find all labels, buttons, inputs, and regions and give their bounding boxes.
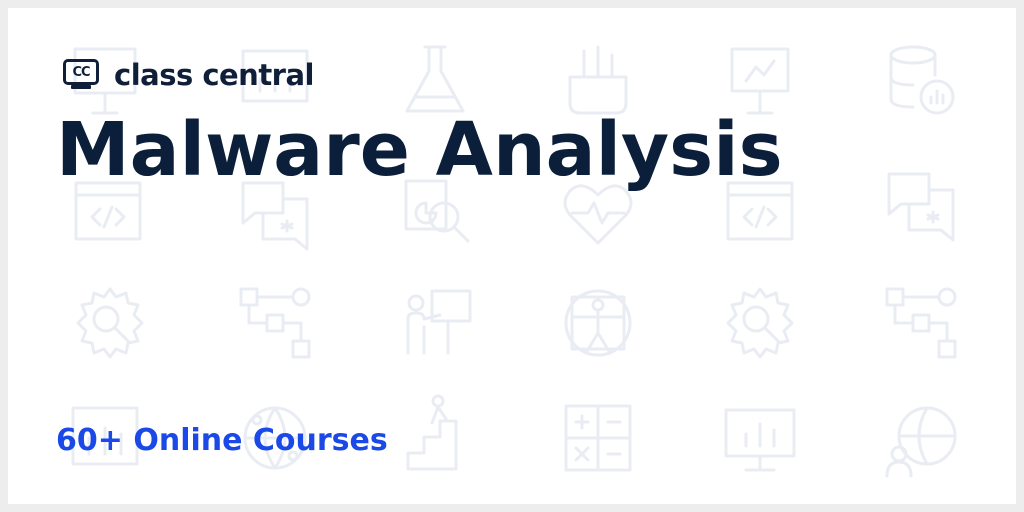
- brand-name: class central: [114, 57, 315, 92]
- database-chart-icon: [889, 45, 955, 115]
- cc-monitor-icon: CC: [63, 59, 105, 91]
- course-count: 60+ Online Courses: [56, 423, 388, 458]
- presentation-board-icon: [724, 408, 796, 472]
- vitruvian-icon: [564, 289, 632, 357]
- career-stairs-icon: [406, 394, 458, 471]
- class-central-logo: CC class central: [63, 57, 315, 92]
- presenter-icon: [406, 289, 472, 355]
- logo-mark-text: CC: [63, 59, 99, 85]
- chat-bubble-icon: [887, 172, 955, 242]
- calculator-icon: [564, 404, 632, 472]
- banner-card: CC class central Malware Analysis 60+ On…: [8, 8, 1016, 504]
- flowchart-icon: [885, 287, 957, 359]
- flowchart-icon: [239, 287, 311, 359]
- gear-magnifier-icon: [76, 287, 144, 359]
- page-title: Malware Analysis: [56, 107, 783, 193]
- gear-magnifier-icon: [726, 287, 794, 359]
- person-network-icon: [885, 406, 957, 478]
